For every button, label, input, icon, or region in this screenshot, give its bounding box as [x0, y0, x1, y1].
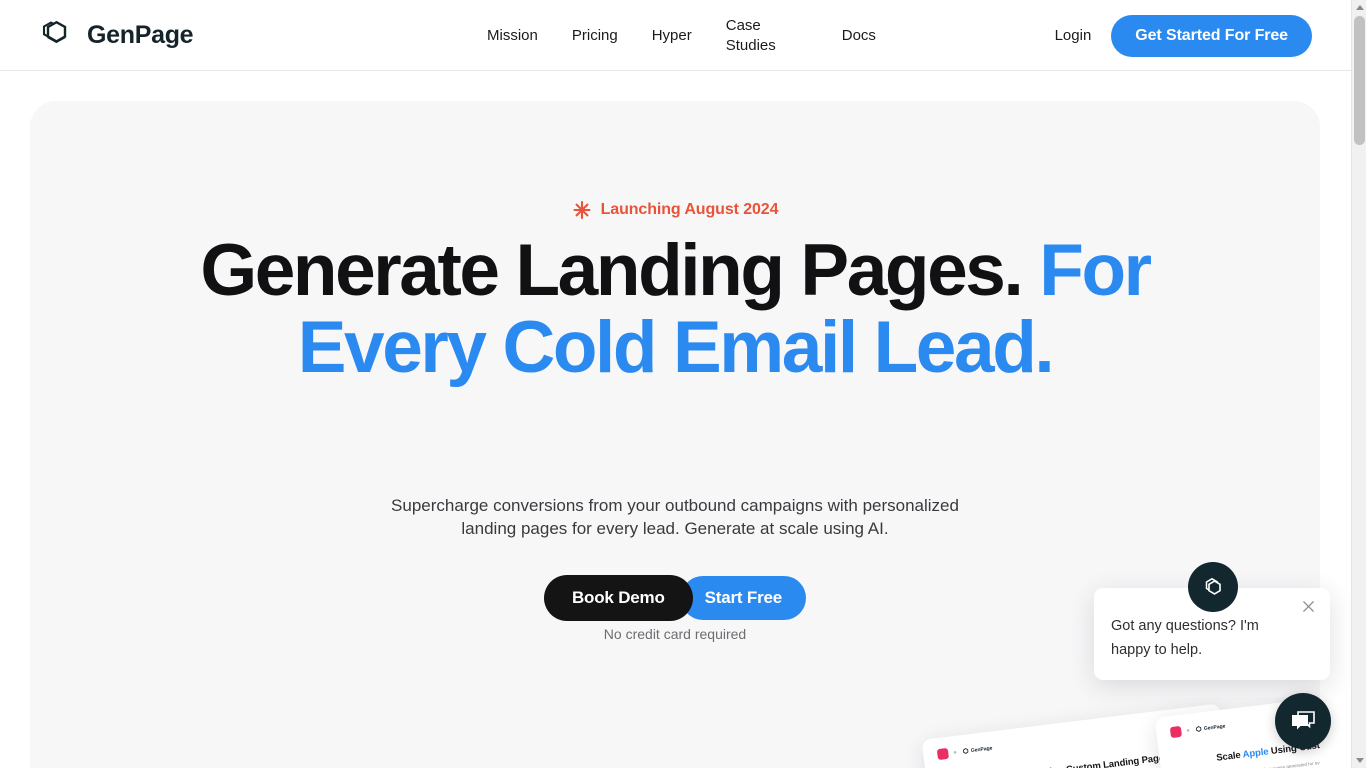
company-logo-icon	[936, 747, 950, 761]
get-started-button[interactable]: Get Started For Free	[1111, 14, 1312, 57]
nav-item-case-studies[interactable]: Case Studies	[709, 16, 795, 56]
preview-cards: ● GenPage Scale Apple Using Custom Landi…	[30, 697, 1320, 768]
hero-subtitle: Supercharge conversions from your outbou…	[391, 496, 959, 538]
book-demo-button[interactable]: Book Demo	[543, 575, 693, 621]
preview-brand: GenPage	[961, 744, 993, 755]
preview-brand: GenPage	[1194, 722, 1226, 733]
header-actions: Login Get Started For Free	[1055, 0, 1312, 71]
nav-item-docs[interactable]: Docs	[795, 26, 893, 46]
page-title: Generate Landing Pages. For Every Cold E…	[30, 232, 1320, 386]
scroll-up-arrow-icon[interactable]	[1352, 0, 1366, 15]
main-nav: Mission Pricing Hyper Case Studies Docs	[470, 0, 893, 71]
genpage-hexagon-logo-icon	[1200, 574, 1226, 600]
headline-line-3-accent: Cold Email Lead.	[502, 307, 1055, 388]
browser-viewport: GenPage Mission Pricing Hyper Case Studi…	[0, 0, 1351, 768]
scrollbar-thumb[interactable]	[1354, 16, 1365, 145]
sparkle-asterisk-icon	[572, 200, 592, 220]
separator-dot: ●	[952, 749, 958, 756]
nav-item-pricing[interactable]: Pricing	[555, 26, 635, 46]
nav-item-mission[interactable]: Mission	[470, 26, 555, 46]
headline-line-2-plain: Pages.	[800, 230, 1040, 311]
brand-logo[interactable]: GenPage	[32, 13, 194, 57]
launch-badge: Launching August 2024	[30, 200, 1320, 220]
login-link[interactable]: Login	[1055, 27, 1092, 44]
separator-dot: ●	[1185, 727, 1191, 734]
scroll-down-arrow-icon[interactable]	[1352, 753, 1366, 768]
close-icon[interactable]	[1297, 595, 1319, 617]
launch-badge-text: Launching August 2024	[600, 201, 779, 218]
start-free-button[interactable]: Start Free	[680, 576, 807, 620]
preview-brand-name: GenPage	[970, 744, 993, 754]
nav-item-hyper[interactable]: Hyper	[635, 26, 709, 46]
company-logo-icon	[1169, 725, 1183, 739]
chat-greeting-text: Got any questions? I'm happy to help.	[1111, 618, 1259, 658]
chat-launcher-button[interactable]	[1275, 693, 1331, 749]
chat-avatar	[1188, 562, 1238, 612]
genpage-hexagon-logo-icon	[32, 13, 76, 57]
vertical-scrollbar[interactable]	[1351, 0, 1366, 768]
headline-line-1: Generate Landing	[200, 230, 785, 311]
site-header: GenPage Mission Pricing Hyper Case Studi…	[0, 0, 1351, 71]
chat-bubble-icon	[1289, 707, 1317, 735]
preview-brand-name: GenPage	[1203, 722, 1226, 732]
brand-name: GenPage	[87, 20, 194, 49]
